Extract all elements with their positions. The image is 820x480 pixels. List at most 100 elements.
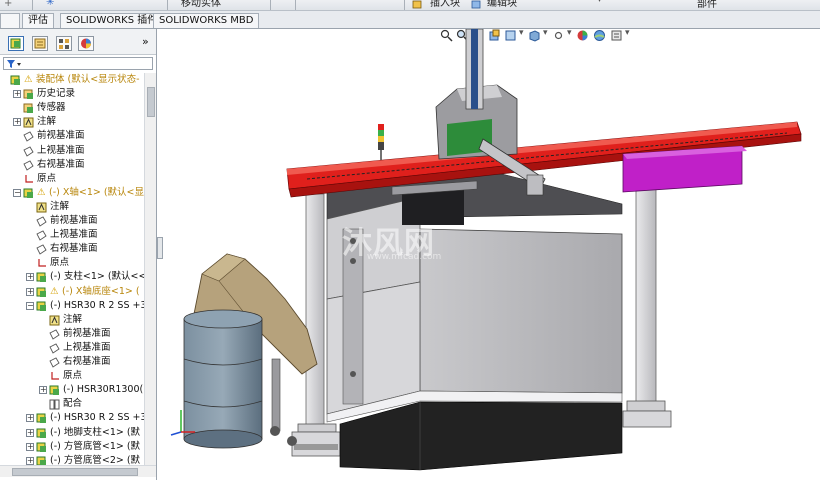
- tree-item-label: 装配体 (默认<显示状态-: [36, 74, 140, 85]
- subassembly-icon: [36, 301, 46, 311]
- annotation-icon: [49, 315, 60, 326]
- tree-filter[interactable]: [3, 57, 153, 70]
- part-icon: [36, 272, 46, 283]
- tree-item-label: 右视基准面: [63, 356, 111, 367]
- tree-vertical-scrollbar[interactable]: [144, 73, 156, 465]
- expand-icon[interactable]: +: [13, 90, 21, 99]
- tree-item-label: (-) 方管底管<1> (默: [50, 440, 141, 452]
- tree-item-label: 上视基准面: [37, 144, 85, 156]
- toolbar-separator: [270, 0, 271, 10]
- tree-horizontal-scroll-thumb[interactable]: [12, 468, 138, 476]
- insert-block-button[interactable]: 插入块: [430, 0, 460, 9]
- chip-barrel: [183, 309, 263, 449]
- collapse-icon[interactable]: −: [13, 188, 21, 197]
- origin-icon: [38, 259, 46, 267]
- tree-item-label: 前视基准面: [37, 130, 85, 142]
- tab-solidworks-mbd[interactable]: SOLIDWORKS MBD: [153, 13, 260, 28]
- edit-block-button[interactable]: 编辑块: [487, 0, 517, 9]
- toolbar-separator: [32, 0, 33, 10]
- plane-icon: [23, 131, 34, 143]
- tree-item-label: 注解: [63, 313, 83, 325]
- expand-icon[interactable]: +: [26, 442, 34, 451]
- plane-icon: [49, 343, 60, 354]
- signal-light-tower: [378, 124, 384, 164]
- expand-icon[interactable]: +: [26, 414, 34, 423]
- filter-icon[interactable]: [6, 59, 22, 69]
- toolbar-star-icon[interactable]: ✳: [46, 0, 54, 8]
- plane-icon: [36, 230, 47, 241]
- tree-item-label: (-) X轴<1> (默认<显: [49, 186, 144, 198]
- subassembly-icon: [36, 413, 46, 424]
- configurationmanager-tab[interactable]: [56, 36, 72, 51]
- tree-item-label: (-) HSR30R1300(: [63, 384, 144, 396]
- edit-block-icon[interactable]: [471, 0, 481, 9]
- toolbar-separator: [295, 0, 296, 10]
- part-icon: [36, 442, 46, 452]
- tab-solidworks-addins[interactable]: SOLIDWORKS 插件: [60, 13, 164, 28]
- tree-horizontal-scrollbar[interactable]: [0, 465, 156, 477]
- move-component-button[interactable]: 移动实体: [181, 0, 221, 9]
- tree-item-label: 原点: [50, 257, 70, 269]
- tree-item-label: 注解: [50, 200, 70, 212]
- tree-item-label: (-) 支柱<1> (默认<<: [50, 271, 144, 283]
- featuremanager-tab[interactable]: [8, 36, 24, 51]
- sensor-icon: [23, 103, 33, 114]
- collapse-icon[interactable]: −: [26, 301, 34, 310]
- tree-item-label: 原点: [37, 172, 57, 184]
- expand-icon[interactable]: +: [26, 428, 34, 437]
- tree-item-label: 传感器: [37, 102, 66, 114]
- annotation-icon: [36, 202, 47, 213]
- part-icon: [36, 456, 46, 465]
- right-support-pillar: [622, 188, 672, 428]
- collapse-panel-button[interactable]: »: [142, 35, 149, 48]
- tree-item-label: 前视基准面: [63, 327, 111, 339]
- tree-item-label: 历史记录: [37, 88, 76, 100]
- expand-icon[interactable]: +: [39, 386, 47, 395]
- tab-evaluate[interactable]: 评估: [22, 13, 54, 28]
- part-icon: [36, 428, 46, 438]
- toolbar-separator: [167, 0, 168, 10]
- assembly-icon: [10, 75, 20, 85]
- featuremanager-icon: [10, 38, 21, 49]
- origin-icon: [51, 372, 59, 380]
- part-icon: [49, 385, 59, 396]
- manager-tabs: »: [0, 29, 156, 55]
- annotation-icon: [23, 117, 34, 128]
- command-manager: + ✳ 移动实体 插入块 编辑块 ▾ 部件: [0, 0, 820, 11]
- graphics-area[interactable]: ▾ ▾ ▾ ▾ 沐风网 www.mfcad.com: [157, 29, 820, 480]
- 3d-model-render[interactable]: [157, 29, 820, 480]
- feature-tree: ⚠ 装配体 (默认<显示状态- + 历史记录 传感器 + 注解 前视基准面 上视基准面 右视基准面…: [0, 73, 144, 465]
- watermark-url: www.mfcad.com: [367, 252, 442, 262]
- expand-icon[interactable]: +: [26, 273, 34, 282]
- tree-vertical-scroll-thumb[interactable]: [147, 87, 155, 117]
- expand-icon[interactable]: +: [26, 456, 34, 465]
- propertymanager-icon: [34, 38, 46, 49]
- history-icon: [23, 89, 33, 100]
- tree-item-label: 配合: [63, 398, 83, 410]
- expand-icon[interactable]: +: [26, 287, 34, 296]
- solidworks-window: + ✳ 移动实体 插入块 编辑块 ▾ 部件 评估 SOLIDWORKS 插件 S…: [0, 0, 820, 480]
- toolbar-plus-icon[interactable]: +: [4, 0, 12, 9]
- displaymanager-tab[interactable]: [78, 36, 94, 51]
- tree-item-label: 上视基准面: [50, 229, 98, 241]
- tree-item-label: 右视基准面: [50, 243, 98, 255]
- plane-icon: [36, 244, 47, 255]
- insert-block-icon[interactable]: [412, 0, 422, 9]
- tree-item-label: 上视基准面: [63, 341, 111, 353]
- expand-icon[interactable]: +: [13, 118, 21, 127]
- tree-item-label: 原点: [63, 370, 83, 382]
- tree-item-label: (-) 方管底管<2> (默: [50, 454, 141, 465]
- propertymanager-tab[interactable]: [32, 36, 48, 51]
- warning-icon: ⚠: [50, 285, 59, 297]
- dropdown-arrow-icon[interactable]: ▾: [597, 0, 602, 5]
- tree-item-label: 注解: [37, 116, 57, 128]
- warning-icon: ⚠: [37, 186, 46, 198]
- mates-icon: [49, 399, 60, 410]
- displaymanager-icon: [81, 38, 91, 49]
- configurationmanager-icon: [59, 39, 69, 49]
- plane-icon: [49, 329, 60, 340]
- tree-item-label: (-) HSR30 R 2 SS +3: [50, 299, 144, 311]
- tree-item-label: (-) 地脚支柱<1> (默: [50, 426, 141, 438]
- plane-icon: [23, 145, 34, 157]
- tab-overflow[interactable]: [0, 13, 20, 28]
